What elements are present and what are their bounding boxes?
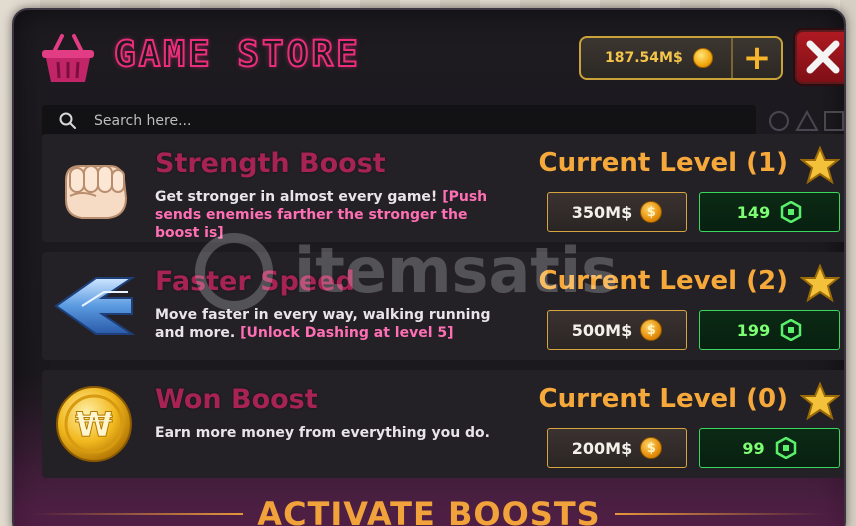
speed-arrows-icon — [54, 277, 136, 335]
item-description-text: Earn more money from everything you do. — [155, 425, 490, 441]
buy-with-money-button[interactable]: 500M$ $ — [547, 310, 687, 350]
activate-section: ACTIVATE BOOSTS — [14, 492, 844, 526]
robux-icon — [780, 319, 802, 341]
robux-price-label: 199 — [736, 320, 771, 340]
robux-icon — [780, 201, 802, 223]
item-description: Move faster in every way, walking runnin… — [155, 306, 515, 342]
item-description: Earn more money from everything you do. — [155, 424, 515, 442]
search-icon — [59, 112, 76, 129]
buy-with-money-button[interactable]: 350M$ $ — [547, 192, 687, 232]
star-icon — [800, 264, 840, 302]
store-item-won-boost: ₩ Won Boost Earn more money from everyth… — [42, 370, 844, 478]
item-name: Strength Boost — [155, 148, 386, 179]
shapes-logo-icon — [769, 110, 844, 131]
dollar-coin-icon: $ — [640, 201, 663, 223]
store-item-faster-speed: Faster Speed Move faster in every way, w… — [42, 252, 844, 360]
gold-coin-icon — [692, 48, 713, 68]
store-item-strength-boost: Strength Boost Get stronger in almost ev… — [42, 134, 844, 242]
item-description-extra: [Unlock Dashing at level 5] — [240, 325, 454, 341]
buy-with-robux-button[interactable]: 149 — [699, 192, 840, 232]
balance-amount: 187.54M$ — [605, 50, 683, 66]
current-level-label: Current Level (1) — [538, 148, 788, 178]
item-name: Won Boost — [155, 384, 318, 415]
item-description-text: Get stronger in almost every game! — [155, 189, 438, 205]
divider-right — [614, 513, 825, 515]
fist-icon — [65, 165, 128, 219]
robux-price-label: 99 — [742, 438, 765, 458]
close-icon — [806, 40, 840, 74]
buy-with-money-button[interactable]: 200M$ $ — [547, 428, 687, 468]
search-input[interactable] — [94, 113, 694, 129]
item-description: Get stronger in almost every game! [Push… — [155, 188, 515, 242]
star-icon — [800, 382, 840, 420]
balance-display: 187.54M$ + — [579, 36, 783, 80]
price-label: 200M$ — [571, 438, 633, 458]
robux-icon — [775, 437, 796, 459]
activate-boosts-button[interactable]: ACTIVATE BOOSTS — [257, 495, 600, 526]
won-symbol-text: ₩ — [75, 405, 113, 445]
current-level-label: Current Level (0) — [538, 384, 788, 414]
game-store-panel: GAME STORE 187.54M$ + Search here... Str… — [12, 8, 846, 526]
dollar-coin-icon: $ — [640, 319, 663, 341]
price-label: 350M$ — [571, 202, 633, 222]
close-button[interactable] — [793, 28, 844, 86]
robux-price-label: 149 — [736, 202, 771, 222]
item-name: Faster Speed — [155, 266, 355, 297]
price-label: 500M$ — [571, 320, 633, 340]
search-bar — [42, 105, 756, 137]
buy-with-robux-button[interactable]: 99 — [699, 428, 840, 468]
current-level-label: Current Level (2) — [538, 266, 788, 296]
divider-left — [33, 513, 244, 515]
won-coin-icon: ₩ — [56, 386, 132, 462]
dollar-coin-icon: $ — [640, 437, 663, 459]
shopping-basket-icon — [42, 34, 94, 82]
add-money-button[interactable]: + — [731, 38, 781, 78]
star-icon — [800, 146, 840, 184]
buy-with-robux-button[interactable]: 199 — [699, 310, 840, 350]
page-title: GAME STORE — [113, 33, 361, 76]
